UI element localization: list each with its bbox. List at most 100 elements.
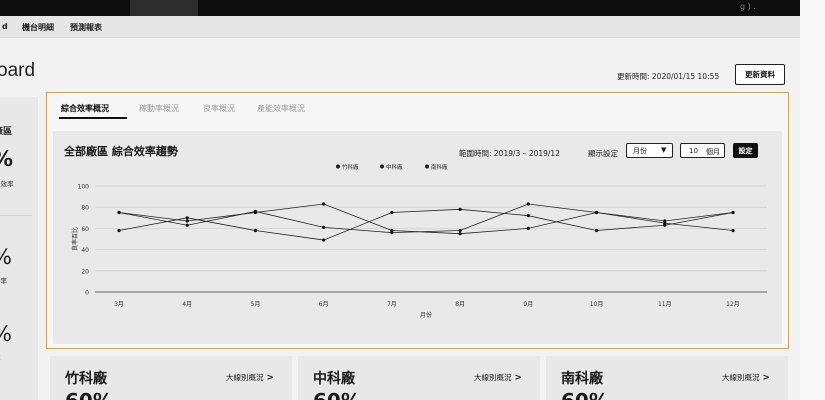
period-unit-value: 月份 [633, 146, 647, 155]
data-point [458, 228, 462, 233]
chevron-right-icon: > [514, 373, 523, 383]
data-point [390, 210, 394, 215]
y-tick-label: 100 [78, 184, 90, 191]
line-overview-link[interactable]: 大線別概況 > [474, 372, 522, 383]
legend-entry: 南科廠 [431, 163, 448, 171]
x-tick-label: 9月 [523, 301, 533, 308]
legend-entry: 中科廠 [386, 163, 403, 171]
legend-marker [425, 164, 429, 169]
summary-utilization-value: % [0, 245, 12, 269]
right-gutter [800, 0, 825, 400]
data-point [390, 231, 394, 235]
period-count-unit: 個月 [706, 148, 720, 156]
efficiency-overview-panel: 綜合效率概況 稼動率概況 良率概況 產能效率概況 全部廠區 綜合效率趨勢 範圍時… [46, 92, 789, 349]
data-point [594, 228, 599, 233]
series-line [118, 203, 734, 235]
x-tick-label: 3月 [114, 301, 124, 308]
x-tick-label: 5月 [251, 301, 261, 308]
data-point [253, 209, 258, 214]
data-point [731, 228, 735, 233]
data-point [322, 238, 326, 242]
range-time-text: 範圍時間: 2019/3 – 2019/12 [459, 149, 560, 158]
update-time-text: 更新時間: 2020/01/15 10:55 [617, 72, 720, 81]
data-point [731, 210, 735, 215]
overall-summary-card: 廠區 % 合效率 % 動率 % 率 [0, 97, 38, 400]
display-settings-label: 顯示設定 [588, 149, 618, 158]
summary-divider [0, 215, 32, 216]
x-tick-label: 7月 [387, 301, 397, 308]
top-nav-active-tab[interactable] [130, 0, 198, 16]
active-tab-underline [59, 117, 127, 119]
chevron-right-icon: > [762, 373, 771, 383]
chevron-right-icon: > [266, 373, 275, 383]
plant-name: 中科廠 [313, 371, 355, 387]
data-point [185, 219, 189, 223]
data-point [253, 228, 258, 233]
x-tick-label: 10月 [590, 301, 604, 308]
y-tick-label: 40 [81, 247, 89, 254]
subnav-item-forecast-report[interactable]: 預測報表 [70, 22, 102, 33]
period-unit-select[interactable]: 月份 ▼ [626, 143, 673, 158]
user-menu-text[interactable]: g ) . [740, 2, 756, 11]
summary-utilization-label: 動率 [0, 277, 7, 285]
plant-oee-value: 60% [313, 389, 361, 400]
subnav-item-dashboard[interactable]: d [2, 22, 8, 31]
data-point [185, 216, 189, 220]
legend-marker [380, 164, 384, 169]
data-point [526, 214, 530, 218]
plant-card-taichung[interactable]: 中科廠 大線別概況> 60% [298, 356, 540, 400]
y-tick-label: 20 [81, 268, 89, 275]
summary-yield-label: 率 [0, 352, 1, 362]
summary-oee-value: % [0, 147, 13, 171]
tab-oee-overview[interactable]: 綜合效率概況 [61, 103, 109, 114]
y-axis-label: 良率百比 [71, 227, 79, 251]
plant-name: 南科廠 [561, 371, 603, 387]
tab-capacity-overview[interactable]: 產能效率概況 [257, 103, 305, 114]
series-line [118, 208, 734, 241]
tab-yield-overview[interactable]: 良率概況 [203, 103, 235, 114]
plant-oee-value: 60% [561, 389, 609, 400]
plant-oee-value: 60% [65, 389, 113, 400]
legend-marker [336, 164, 340, 169]
line-overview-link-label: 大線別概況 [722, 373, 760, 382]
y-tick-label: 0 [85, 290, 89, 297]
x-tick-label: 11月 [658, 301, 672, 308]
page-title: oard [0, 60, 36, 81]
data-point [526, 226, 530, 230]
summary-card-title: 廠區 [0, 127, 13, 137]
subnav-item-machine-detail[interactable]: 機台明細 [22, 22, 54, 33]
period-count-input[interactable]: 10 個月 [680, 143, 725, 158]
data-point [185, 223, 189, 227]
data-point [117, 210, 121, 215]
data-point [322, 225, 326, 229]
x-tick-label: 6月 [319, 301, 329, 308]
plant-card-tainan[interactable]: 南科廠 大線別概況> 60% [546, 356, 788, 400]
data-point [458, 207, 462, 211]
apply-settings-button[interactable]: 設定 [733, 143, 758, 158]
x-tick-label: 8月 [455, 301, 465, 308]
plant-card-hsinchu[interactable]: 竹科廠 大線別概況> 60% [50, 356, 292, 400]
data-point [117, 228, 121, 233]
data-point [526, 202, 530, 206]
line-overview-link-label: 大線別概況 [226, 373, 264, 382]
update-data-button[interactable]: 更新資料 [735, 64, 785, 85]
data-point [458, 232, 462, 236]
sub-navigation: d 機台明細 預測報表 [0, 16, 800, 38]
legend-entry: 竹科廠 [342, 163, 359, 171]
x-tick-label: 4月 [182, 301, 192, 308]
top-navigation-bar: g ) . [0, 0, 800, 16]
data-point [322, 202, 326, 206]
data-point [594, 210, 599, 215]
line-overview-link[interactable]: 大線別概況 > [226, 372, 274, 383]
y-tick-label: 60 [81, 226, 89, 233]
line-overview-link-label: 大線別概況 [474, 373, 512, 382]
dropdown-arrow-icon: ▼ [661, 146, 667, 154]
plant-name: 竹科廠 [65, 371, 107, 387]
line-overview-link[interactable]: 大線別概況 > [722, 372, 770, 383]
tab-utilization-overview[interactable]: 稼動率概況 [139, 103, 179, 114]
data-point [663, 221, 667, 225]
x-tick-label: 12月 [726, 301, 740, 308]
summary-yield-value: % [0, 322, 12, 346]
chart-title: 全部廠區 綜合效率趨勢 [64, 145, 178, 158]
x-axis-label: 月份 [420, 311, 432, 319]
